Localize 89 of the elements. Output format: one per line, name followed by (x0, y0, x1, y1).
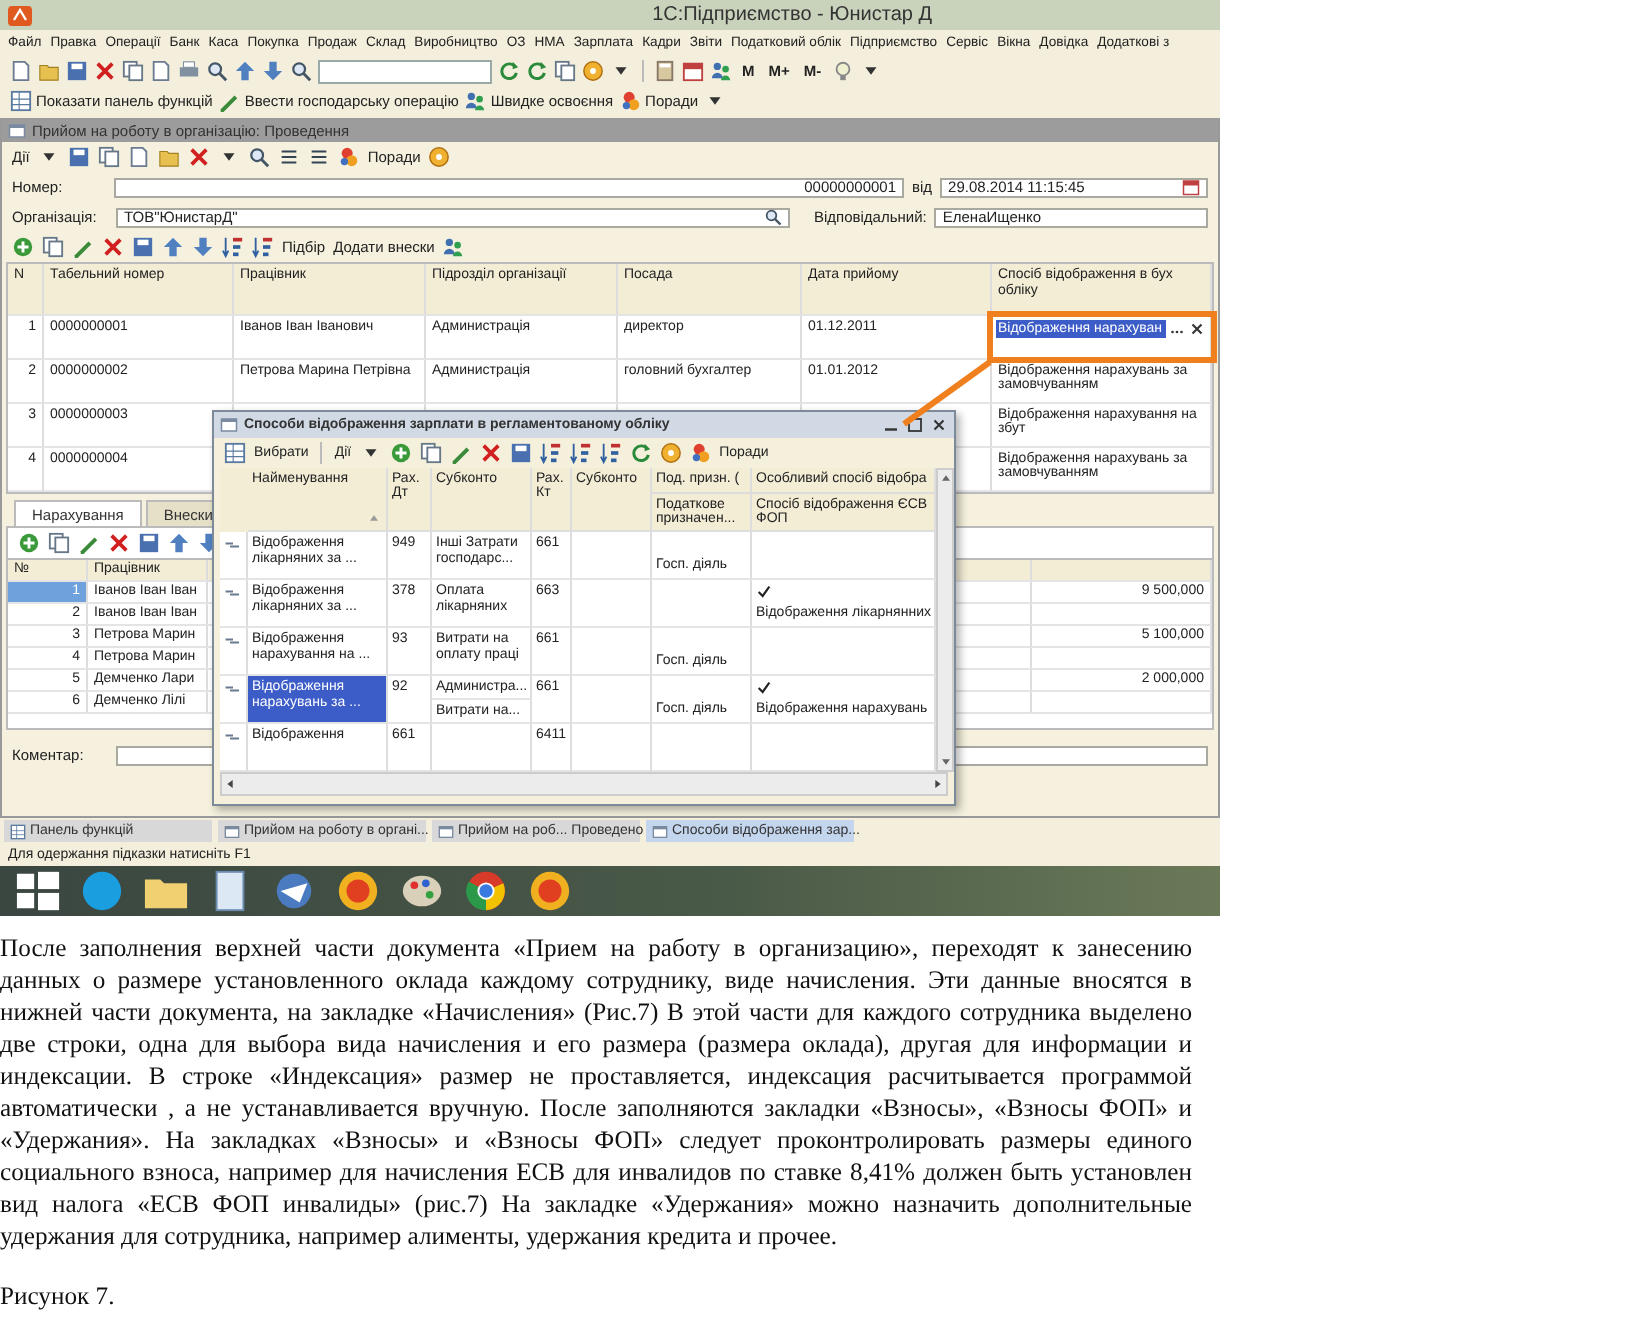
save-icon[interactable] (67, 146, 90, 168)
save-icon[interactable] (509, 442, 532, 464)
calendar-icon[interactable] (682, 60, 704, 82)
folder-icon[interactable] (38, 60, 60, 82)
printer-icon[interactable] (178, 60, 200, 82)
document-icon[interactable] (150, 60, 172, 82)
search-icon[interactable] (290, 60, 312, 82)
grid-icon[interactable] (224, 442, 246, 464)
help-icon[interactable] (659, 442, 682, 464)
delete-icon[interactable] (94, 60, 116, 82)
window-title: 1С:Підприємство - Юнистар Д (652, 4, 932, 26)
search-field[interactable] (318, 59, 492, 83)
window-icon (8, 122, 26, 140)
calendar-icon[interactable] (1181, 178, 1200, 196)
table-cell (572, 580, 652, 628)
close-icon[interactable] (1188, 320, 1206, 338)
body-paragraph: После заполнения верхней части документа «Прием на работу в организацию», переходят к занесению данных о размере установленного оклада каждому сотруднику, виде начисления. Эти данные вносятся в нижней части документа, на закладке «Начисления» (Рис.7) В этой части для каждого сотрудника выделено две строки, одна для выбора вида начисления и его размера (размера оклада), другая для информации и индексации. В строке «Индексация» размер не проставляется, индексация расчитывается программой автоматически , а не устанавливается вручную. После заполняются закладки «Взносы», «Взносы ФОП» и «Удержания». На закладках «Взносы» и «Взносы ФОП» следует проконтролировать размеры единого социального взноса, например для начисления ЕСВ для инвалидов по ставке 8,41% должен быть установлен вид налога «ЕСВ ФОП инвалиды» (рис.7) На закладке «Удержания» можно назначить дополнительные удержания для сотрудника, например алименты, удержания кредита и прочее. (0, 932, 1192, 1252)
document-icon[interactable] (127, 146, 150, 168)
list-icon[interactable] (307, 146, 330, 168)
refresh-icon[interactable] (526, 60, 548, 82)
pencil-icon[interactable] (78, 532, 100, 554)
arrow-up-icon[interactable] (162, 236, 184, 258)
help-icon[interactable] (428, 146, 451, 168)
sort-icon[interactable] (569, 442, 592, 464)
add-icon[interactable] (12, 236, 34, 258)
save-icon[interactable] (66, 60, 88, 82)
grid-icon (10, 823, 26, 839)
copy-icon[interactable] (97, 146, 120, 168)
arrow-down-icon[interactable] (192, 236, 214, 258)
window-icon (224, 823, 240, 839)
table-cell (572, 676, 652, 724)
sort-icon[interactable] (539, 442, 562, 464)
close-icon[interactable] (930, 416, 948, 434)
scroll-down-icon[interactable] (937, 754, 953, 770)
copy-icon[interactable] (42, 236, 64, 258)
pencil-icon[interactable] (72, 236, 94, 258)
delete-icon[interactable] (479, 442, 502, 464)
figure-caption: Рисунок 7. (0, 1280, 117, 1312)
add-icon[interactable] (18, 532, 40, 554)
copy-icon[interactable] (122, 60, 144, 82)
copy-icon[interactable] (48, 532, 70, 554)
people-icon[interactable] (464, 90, 487, 112)
copy-icon[interactable] (419, 442, 442, 464)
search-icon[interactable] (206, 60, 228, 82)
calculator-icon[interactable] (654, 60, 676, 82)
copy-icon[interactable] (554, 60, 576, 82)
maximize-icon[interactable] (906, 416, 924, 434)
window-icon (220, 416, 238, 434)
people-icon[interactable] (710, 60, 732, 82)
sort-icon[interactable] (222, 236, 244, 258)
start-icon[interactable] (12, 868, 64, 914)
tips-icon[interactable] (337, 146, 360, 168)
window-icon (652, 823, 668, 839)
tips-icon[interactable] (689, 442, 712, 464)
folder-icon[interactable] (157, 146, 180, 168)
refresh-icon[interactable] (498, 60, 520, 82)
pencil-icon[interactable] (449, 442, 472, 464)
arrow-up-icon[interactable] (168, 532, 190, 554)
scroll-right-icon[interactable] (930, 776, 946, 792)
logo-icon (8, 3, 32, 27)
save-icon[interactable] (132, 236, 154, 258)
sort-arrow-icon (366, 510, 382, 526)
search-icon[interactable] (764, 208, 782, 226)
people-icon[interactable] (442, 236, 465, 258)
pencil-icon[interactable] (218, 90, 241, 112)
delete-icon[interactable] (102, 236, 124, 258)
window-icon (438, 823, 454, 839)
table-cell (572, 628, 652, 676)
grid-icon[interactable] (10, 90, 32, 112)
scroll-left-icon[interactable] (222, 776, 238, 792)
table-cell (572, 532, 652, 580)
scrollbar[interactable] (220, 772, 948, 796)
sort-icon[interactable] (599, 442, 622, 464)
sort-icon[interactable] (252, 236, 274, 258)
document-icon[interactable] (10, 60, 32, 82)
scrollbar[interactable] (936, 468, 954, 772)
add-icon[interactable] (389, 442, 412, 464)
refresh-icon[interactable] (629, 442, 652, 464)
search-icon[interactable] (247, 146, 270, 168)
arrow-down-icon[interactable] (262, 60, 284, 82)
tips-icon[interactable] (619, 90, 642, 112)
delete-icon[interactable] (108, 532, 130, 554)
list-icon[interactable] (277, 146, 300, 168)
save-icon[interactable] (138, 532, 160, 554)
table-cell (652, 580, 752, 628)
help-icon[interactable] (582, 60, 604, 82)
arrow-up-icon[interactable] (234, 60, 256, 82)
delete-icon[interactable] (187, 146, 210, 168)
scroll-up-icon[interactable] (937, 470, 953, 486)
